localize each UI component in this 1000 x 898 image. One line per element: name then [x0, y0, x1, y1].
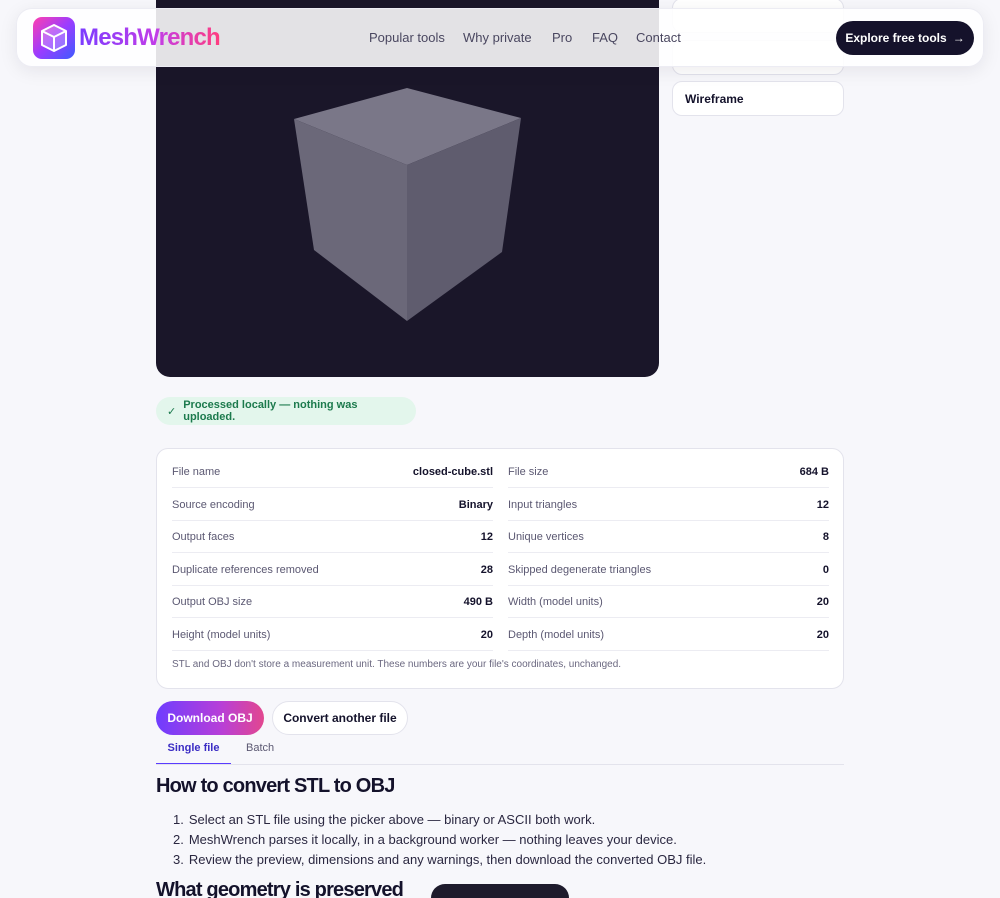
stat-row: Input triangles 12 [508, 489, 829, 521]
stat-value: 490 B [463, 595, 493, 608]
howto-steps: 1. Select an STL file using the picker ab… [173, 810, 706, 870]
cta-label: Explore free tools [845, 31, 947, 45]
processed-locally-badge: ✓ Processed locally — nothing was upload… [156, 397, 416, 425]
brand-logo[interactable] [33, 17, 75, 59]
list-item: 3. Review the preview, dimensions and any… [173, 852, 707, 867]
stat-row: Skipped degenerate triangles 0 [508, 554, 829, 586]
check-icon: ✓ [167, 405, 177, 418]
download-obj-button[interactable]: Download OBJ [156, 701, 264, 735]
list-item: 2. MeshWrench parses it locally, in a bac… [173, 832, 677, 847]
file-stats-card: File name closed-cube.stl File size 684 … [156, 448, 844, 689]
nav-contact[interactable]: Contact [636, 30, 681, 45]
brand-name[interactable]: MeshWrench [79, 24, 221, 52]
toolbar-preview [431, 884, 569, 898]
howto-heading: How to convert STL to OBJ [156, 775, 395, 797]
tabs-divider [156, 764, 844, 765]
stat-row: Output faces 12 [172, 521, 493, 553]
stat-label: Unique vertices [508, 530, 584, 543]
stat-value: 12 [816, 498, 829, 511]
tab-batch[interactable]: Batch [246, 742, 274, 754]
list-item: 1. Select an STL file using the picker ab… [173, 812, 596, 827]
convert-another-file-button[interactable]: Convert another file [272, 701, 408, 735]
nav-faq[interactable]: FAQ [592, 30, 618, 45]
stat-label: Input triangles [508, 498, 578, 511]
wireframe-button[interactable]: Wireframe [672, 81, 844, 116]
stat-row: Duplicate references removed 28 [172, 554, 493, 586]
stat-row: Height (model units) 20 [172, 619, 493, 651]
tab-single-file[interactable]: Single file [156, 742, 231, 765]
stat-label: File name [172, 465, 221, 478]
stat-value: 684 B [799, 465, 829, 478]
stat-value: closed-cube.stl [412, 465, 493, 478]
stat-row: File name closed-cube.stl [172, 456, 493, 488]
stat-value: 20 [816, 595, 829, 608]
stat-label: Output faces [172, 530, 235, 543]
stat-label: Output OBJ size [172, 595, 253, 608]
stat-row: Output OBJ size 490 B [172, 586, 493, 618]
explore-free-tools-button[interactable]: Explore free tools → [836, 21, 974, 55]
processed-locally-text: Processed locally — nothing was uploaded… [183, 399, 358, 423]
nav-pro[interactable]: Pro [552, 30, 572, 45]
stat-value: 12 [480, 530, 493, 543]
stat-label: Depth (model units) [508, 628, 604, 641]
arrow-right-icon: → [952, 31, 965, 45]
stat-value: 20 [816, 628, 829, 641]
stat-row: Source encoding Binary [172, 489, 493, 521]
stat-value: 8 [822, 530, 829, 543]
geometry-heading: What geometry is preserved [156, 879, 404, 898]
stat-row: File size 684 B [508, 456, 829, 488]
stat-label: Source encoding [172, 498, 255, 511]
stat-row: Depth (model units) 20 [508, 619, 829, 651]
stat-label: Duplicate references removed [172, 563, 319, 576]
units-note: STL and OBJ don't store a measurement un… [172, 659, 622, 670]
stat-label: Skipped degenerate triangles [508, 563, 652, 576]
stat-value: 28 [480, 563, 493, 576]
stat-label: File size [508, 465, 549, 478]
stat-label: Width (model units) [508, 595, 603, 608]
cube-logo-icon [41, 24, 67, 52]
stat-row: Width (model units) 20 [508, 586, 829, 618]
site-header: MeshWrench Popular tools Why private Pro… [16, 8, 984, 67]
stat-row: Unique vertices 8 [508, 521, 829, 553]
stat-value: 0 [822, 563, 829, 576]
stat-label: Height (model units) [172, 628, 271, 641]
stat-value: 20 [480, 628, 493, 641]
nav-popular-tools[interactable]: Popular tools [369, 30, 445, 45]
stat-value: Binary [458, 498, 493, 511]
nav-why-private[interactable]: Why private [463, 30, 532, 45]
